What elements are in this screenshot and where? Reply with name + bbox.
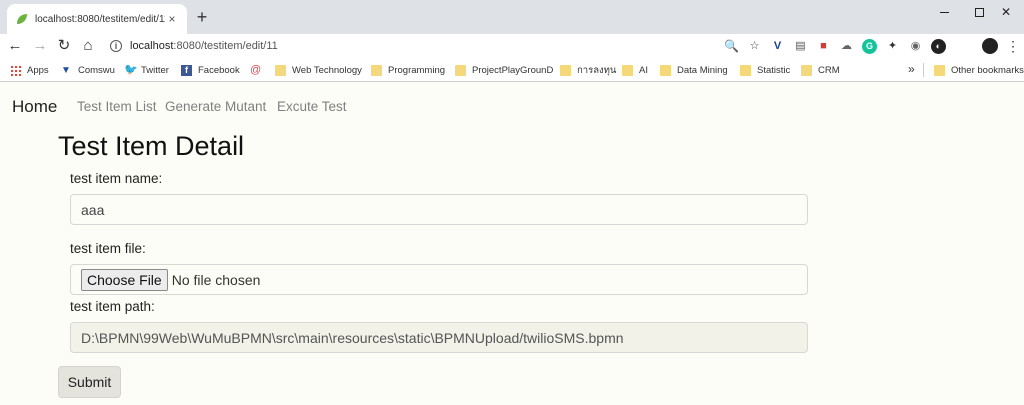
grammarly-icon[interactable]: G [862,38,877,54]
star-icon[interactable]: ☆ [747,39,762,54]
test-item-name-input[interactable]: aaa [70,194,808,225]
camera-icon[interactable]: ◉ [908,39,923,54]
folder-icon [560,64,571,76]
bookmark-label: Twitter [141,64,169,76]
profile-avatar[interactable] [982,38,998,54]
bookmark-folder-statistic[interactable]: Statistic [740,63,790,77]
home-button[interactable]: ⌂ [79,37,97,55]
forward-button[interactable]: → [31,37,49,55]
v-extension-icon[interactable]: V [770,39,785,54]
browser-toolbar: ← → ↻ ⌂ i localhost:8080/testitem/edit/1… [0,34,1024,58]
bookmark-facebook[interactable]: f Facebook [181,63,240,77]
folder-icon [275,64,286,76]
bookmarks-bar: Apps ▼ Comswu 🐦 Twitter f Facebook @ Web Te… [0,58,1024,82]
test-item-file-label: test item file: [70,241,146,256]
bookmark-label: การลงทุน [577,64,617,76]
minimize-button[interactable] [934,4,954,20]
bookmark-folder-projectplayground[interactable]: ProjectPlayGrounD [455,63,553,77]
test-item-name-value: aaa [81,201,105,218]
test-item-path-input[interactable]: D:\BPMN\99Web\WuMuBPMN\src\main\resource… [70,322,808,353]
twitter-icon: 🐦 [124,63,138,76]
tab-close-icon[interactable]: × [165,12,179,26]
bookmark-label: Apps [27,64,49,76]
bird-icon[interactable]: ✦ [885,39,900,54]
comswu-icon: ▼ [61,64,71,76]
cloud-icon[interactable]: ☁ [839,39,854,54]
bookmark-label: Web Technology [292,64,362,76]
spring-leaf-icon [17,14,27,24]
choose-file-button[interactable]: Choose File [81,268,168,291]
vpn-icon[interactable]: ◐ [931,38,946,54]
bookmark-folder-data-mining[interactable]: Data Mining [660,63,728,77]
other-bookmarks[interactable]: Other bookmarks [934,63,1024,77]
extensions-bar: 🔍 ☆ V ▤ ■ ☁ G ✦ ◉ ◐ [724,38,946,54]
test-item-path-label: test item path: [70,299,155,314]
minimize-icon [939,11,949,13]
navbar-brand-home[interactable]: Home [12,97,57,117]
maximize-button[interactable] [969,4,989,20]
bookmark-label: ProjectPlayGrounD [472,64,554,76]
address-host: localhost [130,40,174,52]
test-item-name-label: test item name: [70,171,163,186]
bookmark-folder-programming[interactable]: Programming [371,63,445,77]
reload-button[interactable]: ↻ [55,37,73,55]
bookmarks-divider [923,63,924,77]
page-title: Test Item Detail [58,131,245,161]
folder-icon [622,64,633,76]
nav-link-excute-test[interactable]: Excute Test [277,99,347,114]
address-bar[interactable]: localhost:8080/testitem/edit/11 [130,38,278,54]
nav-link-test-item-list[interactable]: Test Item List [77,99,157,114]
nav-link-generate-mutant[interactable]: Generate Mutant [165,99,266,114]
tab-strip: localhost:8080/testitem/edit/11 × + ✕ [0,0,1024,34]
folder-icon [740,64,751,76]
bookmark-twitter[interactable]: 🐦 Twitter [124,63,169,77]
maximize-icon [974,7,984,17]
folder-icon [934,64,945,76]
new-tab-button[interactable]: + [193,8,211,26]
apps-grid-icon [10,64,21,76]
facebook-icon: f [181,64,192,76]
folder-icon [660,64,671,76]
bookmark-folder-crm[interactable]: CRM [801,63,840,77]
bookmark-apps[interactable]: Apps [10,63,49,77]
close-window-button[interactable]: ✕ [996,4,1016,20]
zoom-icon[interactable]: 🔍 [724,39,739,54]
bookmark-folder-investment[interactable]: การลงทุน [560,63,616,77]
folder-icon [801,64,812,76]
bookmark-folder-ai[interactable]: AI [622,63,648,77]
folder-icon [371,64,382,76]
reader-icon[interactable]: ▤ [793,39,808,54]
bookmark-comswu[interactable]: ▼ Comswu [61,63,115,77]
bookmark-swirl[interactable]: @ [250,63,267,77]
bookmark-label: Data Mining [677,64,728,76]
bookmark-label: AI [639,64,648,76]
folder-icon [455,64,466,76]
browser-menu-icon[interactable]: ⋮ [1006,38,1020,54]
address-path: :8080/testitem/edit/11 [173,40,278,52]
test-item-path-value: D:\BPMN\99Web\WuMuBPMN\src\main\resource… [81,329,624,346]
test-item-file-input: Choose File No file chosen [70,264,808,295]
back-button[interactable]: ← [6,37,24,55]
bookmark-label: Comswu [78,64,115,76]
tab-title: localhost:8080/testitem/edit/11 [35,13,165,25]
bookmark-folder-web-technology[interactable]: Web Technology [275,63,362,77]
submit-button[interactable]: Submit [58,366,121,398]
bookmark-label: Statistic [757,64,791,76]
no-file-chosen-text: No file chosen [171,271,261,288]
swirl-icon: @ [250,63,262,76]
bookmark-label: Programming [388,64,446,76]
bookmark-label: CRM [818,64,840,76]
bookmark-label: Facebook [198,64,240,76]
browser-tab[interactable]: localhost:8080/testitem/edit/11 × [7,4,187,34]
other-bookmarks-label: Other bookmarks [951,64,1024,76]
red-book-icon[interactable]: ■ [816,39,831,54]
more-bookmarks-button[interactable]: » [908,62,915,76]
site-info-icon[interactable]: i [110,40,122,52]
